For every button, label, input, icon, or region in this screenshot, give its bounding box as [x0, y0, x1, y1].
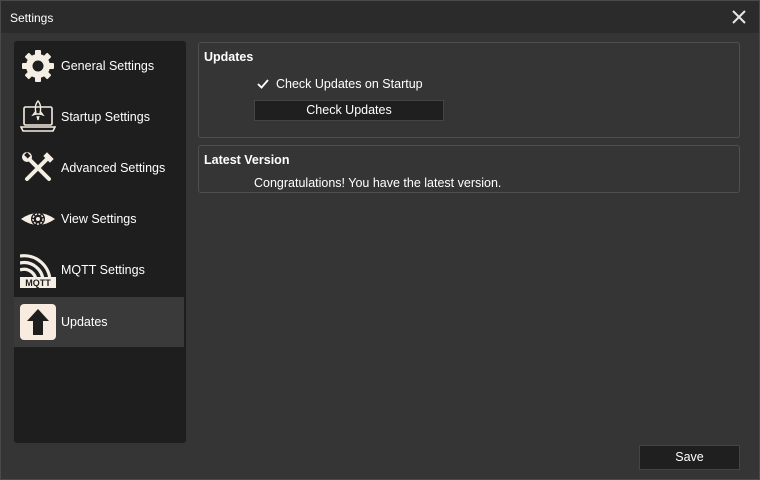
latest-version-panel: Latest Version Congratulations! You have… [198, 145, 740, 193]
sidebar-item-label: MQTT Settings [61, 263, 145, 277]
startup-laptop-icon [19, 99, 57, 135]
sidebar-item-label: General Settings [61, 59, 155, 73]
sidebar-item-mqtt-settings[interactable]: MQTT MQTT Settings [14, 245, 184, 295]
check-on-startup-checkbox[interactable] [255, 76, 271, 92]
gear-icon [20, 48, 56, 84]
mqtt-icon: MQTT [19, 252, 56, 288]
sidebar-item-updates[interactable]: Updates [14, 297, 184, 347]
window-title: Settings [10, 11, 54, 25]
settings-window: Settings General Settings Startup Settin… [0, 0, 760, 480]
sidebar-item-startup-settings[interactable]: Startup Settings [14, 92, 184, 142]
sidebar-item-general-settings[interactable]: General Settings [14, 41, 184, 91]
updates-panel: Updates Check Updates on Startup Check U… [198, 42, 740, 138]
wrench-screwdriver-icon [20, 150, 56, 186]
latest-version-message: Congratulations! You have the latest ver… [254, 176, 502, 190]
check-on-startup-label: Check Updates on Startup [276, 77, 423, 91]
check-updates-button[interactable]: Check Updates [254, 100, 444, 121]
svg-text:MQTT: MQTT [25, 278, 51, 288]
sidebar-item-label: Advanced Settings [61, 161, 166, 175]
sidebar-item-label: Startup Settings [61, 110, 150, 124]
sidebar-item-label: Updates [61, 315, 108, 329]
updates-panel-title: Updates [204, 50, 254, 64]
sidebar-item-label: View Settings [61, 212, 137, 226]
eye-icon [20, 201, 56, 237]
close-icon[interactable] [729, 7, 749, 27]
title-bar: Settings [1, 1, 759, 33]
upload-arrow-icon [20, 304, 56, 340]
sidebar-item-view-settings[interactable]: View Settings [14, 194, 184, 244]
sidebar-item-advanced-settings[interactable]: Advanced Settings [14, 143, 184, 193]
save-button[interactable]: Save [639, 445, 740, 470]
settings-sidebar: General Settings Startup Settings Advanc… [14, 41, 186, 443]
latest-version-title: Latest Version [204, 153, 290, 167]
